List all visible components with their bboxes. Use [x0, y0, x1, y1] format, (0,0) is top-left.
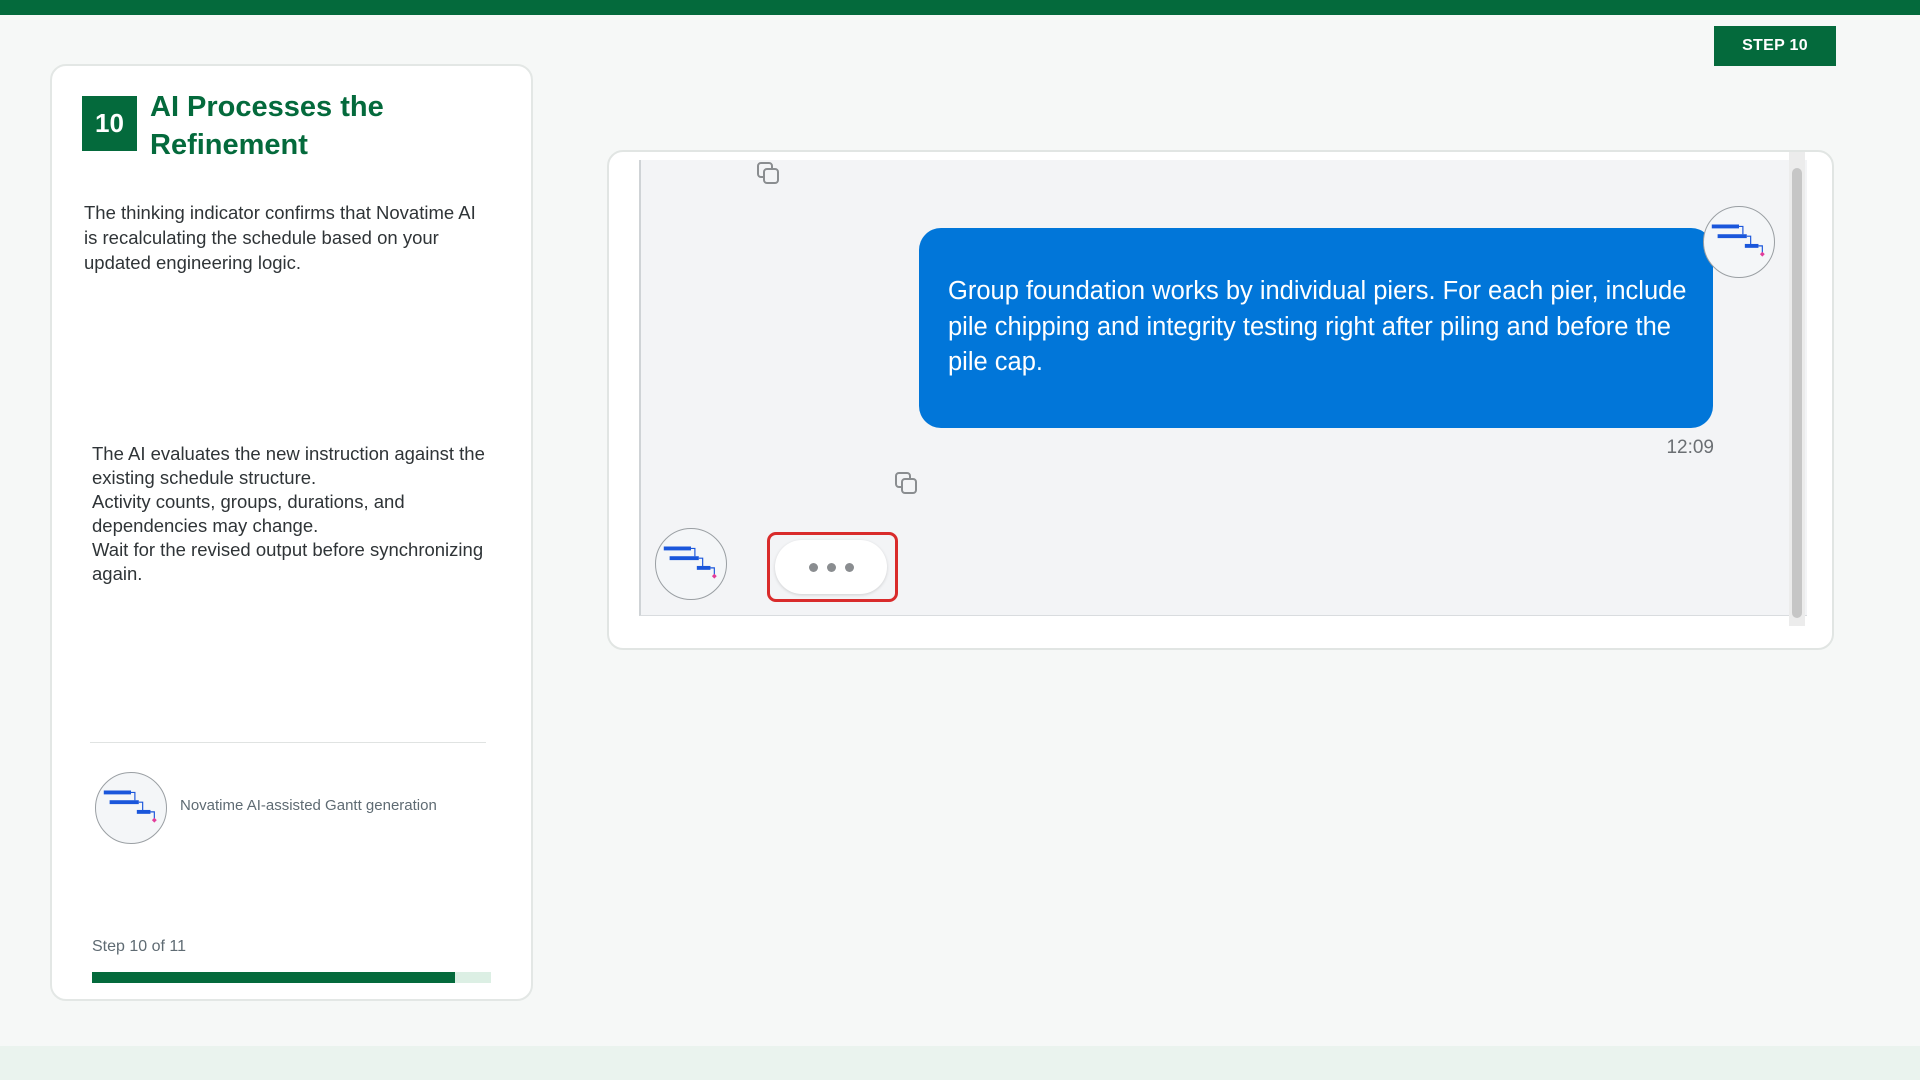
- detail-line: The AI evaluates the new instruction aga…: [92, 443, 485, 488]
- message-timestamp: 12:09: [1666, 437, 1714, 458]
- detail-line: Wait for the revised output before synch…: [92, 539, 484, 584]
- step-number-box: 10: [82, 96, 137, 151]
- card-details: The AI evaluates the new instruction aga…: [92, 442, 502, 586]
- card-divider: [90, 742, 486, 743]
- copy-icon[interactable]: [893, 470, 919, 496]
- progress-bar-fill: [92, 972, 455, 983]
- card-description: The thinking indicator confirms that Nov…: [84, 202, 476, 273]
- chat-message-area: Group foundation works by individual pie…: [639, 160, 1807, 616]
- top-accent-bar: [0, 0, 1920, 15]
- scrollbar-thumb[interactable]: [1792, 168, 1802, 618]
- gantt-chart-icon: [95, 772, 167, 844]
- instruction-card: 10 AI Processes the Refinement The think…: [50, 64, 533, 1001]
- user-message-bubble: Group foundation works by individual pie…: [919, 228, 1713, 428]
- step-badge: STEP 10: [1714, 26, 1836, 66]
- highlight-box: [767, 532, 898, 602]
- progress-bar: [92, 972, 491, 983]
- chat-screenshot-panel: Group foundation works by individual pie…: [607, 150, 1834, 650]
- card-title: AI Processes the Refinement: [150, 91, 384, 161]
- step-progress-label: Step 10 of 11: [92, 938, 186, 955]
- detail-line: Activity counts, groups, durations, and …: [92, 491, 405, 536]
- copy-icon[interactable]: [755, 160, 781, 186]
- gantt-chart-icon: [1703, 206, 1775, 278]
- bottom-band: [0, 1046, 1920, 1080]
- gantt-chart-icon: [655, 528, 727, 600]
- brand-caption: Novatime AI-assisted Gantt generation: [180, 797, 437, 814]
